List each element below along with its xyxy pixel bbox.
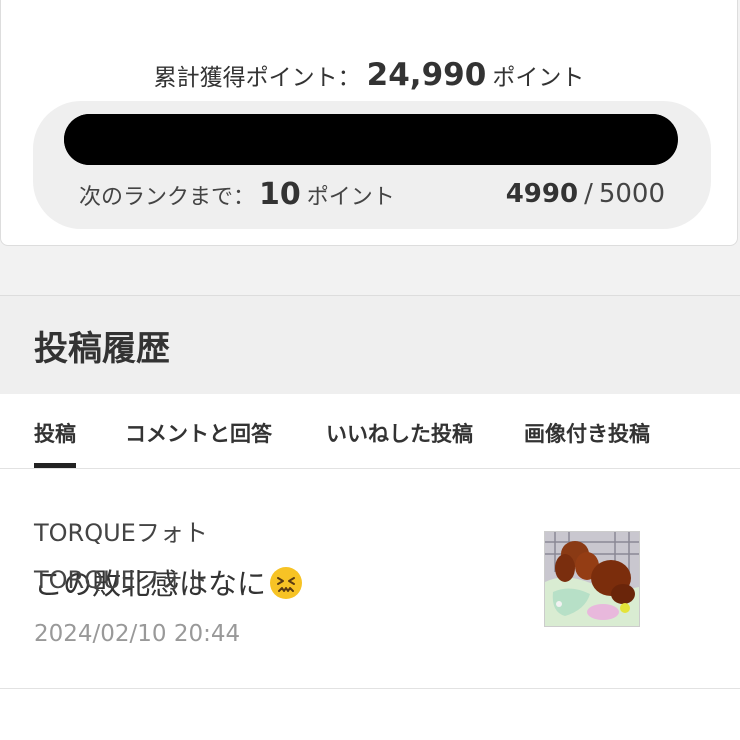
next-rank-value: 10 xyxy=(259,177,301,212)
post-history-header: 投稿履歴 xyxy=(0,296,740,394)
post-history-section: 投稿履歴 投稿 コメントと回答 いいねした投稿 画像付き投稿 TORQUEフォト… xyxy=(0,295,740,740)
next-rank: 次のランクまで： 10 ポイント xyxy=(79,177,395,212)
points-card: 累計獲得ポイント： 24,990 ポイント 次のランクまで： 10 ポイント 4990/… xyxy=(0,0,738,246)
history-tabs: 投稿 コメントと回答 いいねした投稿 画像付き投稿 xyxy=(0,394,740,469)
tab-comments-and-answers[interactable]: コメントと回答 xyxy=(125,418,272,468)
total-points-value: 24,990 xyxy=(366,57,487,93)
rank-progress-fill xyxy=(64,114,677,165)
tab-posts-with-images[interactable]: 画像付き投稿 xyxy=(524,418,650,468)
post-history-title: 投稿履歴 xyxy=(34,328,170,369)
total-points: 累計獲得ポイント： 24,990 ポイント xyxy=(1,57,737,93)
post-date: 2024/02/10 20:44 xyxy=(34,621,241,647)
dog-photo-thumbnail[interactable] xyxy=(544,531,640,627)
progress-separator: / xyxy=(584,179,593,209)
next-post-category: TORQUEフォト xyxy=(34,566,208,594)
next-rank-unit: ポイント xyxy=(306,185,395,210)
page: 累計獲得ポイント： 24,990 ポイント 次のランクまで： 10 ポイント 4990/… xyxy=(0,0,740,740)
progress-count: 4990/5000 xyxy=(506,179,665,209)
post-category: TORQUEフォト xyxy=(34,519,208,547)
tab-posts[interactable]: 投稿 xyxy=(34,418,76,468)
confounded-face-icon xyxy=(270,567,303,599)
rank-progress-box: 次のランクまで： 10 ポイント 4990/5000 xyxy=(33,101,711,229)
progress-current: 4990 xyxy=(505,179,579,209)
total-points-unit: ポイント xyxy=(492,65,585,91)
next-rank-label: 次のランクまで： xyxy=(79,185,256,210)
tab-liked-posts[interactable]: いいねした投稿 xyxy=(326,418,473,468)
progress-max: 5000 xyxy=(598,179,665,209)
rank-progress-bar xyxy=(64,114,678,165)
total-points-label: 累計獲得ポイント： xyxy=(153,65,361,91)
